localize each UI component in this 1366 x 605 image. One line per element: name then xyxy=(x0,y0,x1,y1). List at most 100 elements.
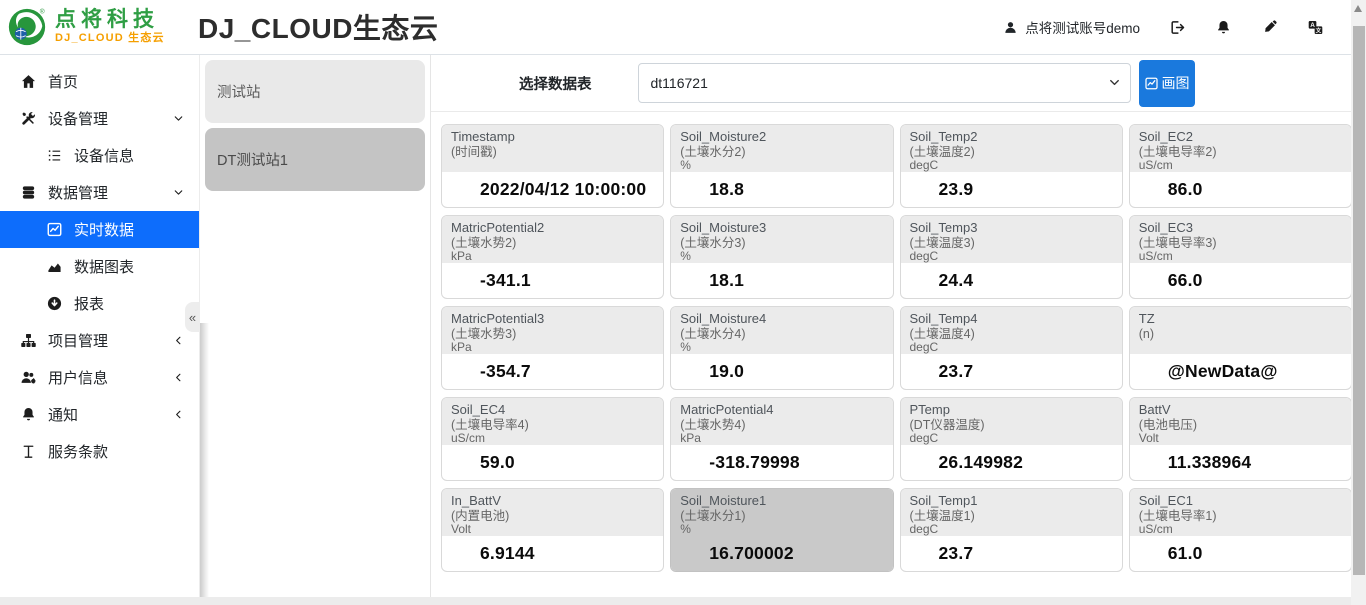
sensor-value: -318.79998 xyxy=(671,445,892,480)
sensor-card-header: Soil_EC4 (土壤电导率4) uS/cm xyxy=(442,398,663,445)
sitemap-icon xyxy=(20,332,37,349)
sensor-value: 23.7 xyxy=(901,354,1122,389)
vertical-scrollbar[interactable] xyxy=(1351,0,1366,605)
sensor-label-cn: (土壤电导率2) xyxy=(1139,145,1342,159)
sensor-value: 23.7 xyxy=(901,536,1122,571)
sensor-card-timestamp[interactable]: Timestamp (时间戳) 2022/04/12 10:00:00 xyxy=(441,124,664,208)
chev-left-icon xyxy=(172,371,185,384)
sensor-card-battv[interactable]: BattV (电池电压) Volt 11.338964 xyxy=(1129,397,1352,481)
sensor-card-soil_ec3[interactable]: Soil_EC3 (土壤电导率3) uS/cm 66.0 xyxy=(1129,215,1352,299)
content-row: 首页设备管理设备信息数据管理实时数据数据图表报表项目管理用户信息通知服务条款 «… xyxy=(0,55,1366,597)
sensor-value: 24.4 xyxy=(901,263,1122,298)
bell-icon xyxy=(20,406,37,423)
table-select[interactable]: dt116721 xyxy=(638,63,1131,103)
sensor-card-header: Soil_Temp4 (土壤温度4) degC xyxy=(901,307,1122,354)
sensor-name: Timestamp xyxy=(451,130,654,145)
sensor-label-cn: (土壤水分1) xyxy=(680,509,883,523)
sidebar-item-reports[interactable]: 报表 xyxy=(0,285,199,322)
sensor-value: -341.1 xyxy=(442,263,663,298)
account-menu[interactable]: 点将测试账号demo xyxy=(1003,17,1140,37)
sensor-card-tz[interactable]: TZ (n) @NewData@ xyxy=(1129,306,1352,390)
chart-area-icon xyxy=(46,258,63,275)
sensor-value: 6.9144 xyxy=(442,536,663,571)
station-item[interactable]: 测试站 xyxy=(205,60,425,123)
notifications-icon[interactable] xyxy=(1215,19,1232,36)
app-header: 点将科技 DJ_CLOUD 生态云 DJ_CLOUD生态云 点将测试账号demo xyxy=(0,0,1366,55)
sensor-card-soil_ec2[interactable]: Soil_EC2 (土壤电导率2) uS/cm 86.0 xyxy=(1129,124,1352,208)
sidebar-item-label: 设备管理 xyxy=(48,108,108,129)
sensor-label-cn: (土壤温度1) xyxy=(910,509,1113,523)
sensor-unit: degC xyxy=(910,341,1113,355)
sensor-card-soil_moisture2[interactable]: Soil_Moisture2 (土壤水分2) % 18.8 xyxy=(670,124,893,208)
sensor-unit: Volt xyxy=(451,523,654,537)
sensor-card-soil_temp2[interactable]: Soil_Temp2 (土壤温度2) degC 23.9 xyxy=(900,124,1123,208)
sensor-card-soil_moisture4[interactable]: Soil_Moisture4 (土壤水分4) % 19.0 xyxy=(670,306,893,390)
chev-down-icon xyxy=(172,186,185,199)
sensor-value: 59.0 xyxy=(442,445,663,480)
sidebar-item-device-mgmt[interactable]: 设备管理 xyxy=(0,100,199,137)
sensor-card-matricpotential4[interactable]: MatricPotential4 (土壤水势4) kPa -318.79998 xyxy=(670,397,893,481)
scrollbar-up-arrow-icon[interactable] xyxy=(1354,5,1362,12)
draw-chart-button[interactable]: 画图 xyxy=(1139,60,1195,107)
sensor-card-soil_ec4[interactable]: Soil_EC4 (土壤电导率4) uS/cm 59.0 xyxy=(441,397,664,481)
sensor-name: Soil_Temp2 xyxy=(910,130,1113,145)
chart-line-icon xyxy=(46,221,63,238)
sensor-card-soil_moisture3[interactable]: Soil_Moisture3 (土壤水分3) % 18.1 xyxy=(670,215,893,299)
logout-icon[interactable] xyxy=(1169,19,1186,36)
sensor-name: Soil_Moisture3 xyxy=(680,221,883,236)
sensor-card-header: MatricPotential3 (土壤水势3) kPa xyxy=(442,307,663,354)
sensor-card-soil_temp3[interactable]: Soil_Temp3 (土壤温度3) degC 24.4 xyxy=(900,215,1123,299)
station-item[interactable]: DT测试站1 xyxy=(205,128,425,191)
sensor-name: Soil_EC2 xyxy=(1139,130,1342,145)
sensor-card-header: Soil_EC2 (土壤电导率2) uS/cm xyxy=(1130,125,1351,172)
sidebar-item-notifications[interactable]: 通知 xyxy=(0,396,199,433)
language-translate-icon[interactable] xyxy=(1307,19,1324,36)
sensor-card-header: MatricPotential4 (土壤水势4) kPa xyxy=(671,398,892,445)
table-select-label: 选择数据表 xyxy=(519,73,592,94)
chevron-left-icon xyxy=(172,408,185,421)
sensor-card-soil_temp1[interactable]: Soil_Temp1 (土壤温度1) degC 23.7 xyxy=(900,488,1123,572)
page-title: DJ_CLOUD生态云 xyxy=(198,7,438,47)
sensor-card-header: Soil_Temp2 (土壤温度2) degC xyxy=(901,125,1122,172)
chev-left-icon xyxy=(172,408,185,421)
sidebar-item-data-mgmt[interactable]: 数据管理 xyxy=(0,174,199,211)
sensor-value: 11.338964 xyxy=(1130,445,1351,480)
sensor-value: 18.8 xyxy=(671,172,892,207)
sidebar-item-home[interactable]: 首页 xyxy=(0,63,199,100)
sidebar-item-label: 服务条款 xyxy=(48,441,108,462)
sensor-card-header: In_BattV (内置电池) Volt xyxy=(442,489,663,536)
sensor-card-soil_moisture1[interactable]: Soil_Moisture1 (土壤水分1) % 16.700002 xyxy=(670,488,893,572)
account-name: 点将测试账号demo xyxy=(1025,17,1140,37)
sidebar-item-label: 首页 xyxy=(48,71,78,92)
sensor-label-cn: (DT仪器温度) xyxy=(910,418,1113,432)
sidebar-item-label: 设备信息 xyxy=(74,145,134,166)
sensor-value: 66.0 xyxy=(1130,263,1351,298)
sensor-card-in_battv[interactable]: In_BattV (内置电池) Volt 6.9144 xyxy=(441,488,664,572)
collapse-sidebar-button[interactable]: « xyxy=(185,302,200,332)
sensor-card-header: Soil_Moisture4 (土壤水分4) % xyxy=(671,307,892,354)
sensor-label-cn: (土壤水分3) xyxy=(680,236,883,250)
sidebar-item-user-info[interactable]: 用户信息 xyxy=(0,359,199,396)
sensor-label-cn: (土壤水势2) xyxy=(451,236,654,250)
sidebar-item-label: 用户信息 xyxy=(48,367,108,388)
database-icon xyxy=(20,184,37,201)
sensor-card-header: Soil_EC1 (土壤电导率1) uS/cm xyxy=(1130,489,1351,536)
sidebar-item-project-mgmt[interactable]: 项目管理 xyxy=(0,322,199,359)
sensor-unit: uS/cm xyxy=(1139,159,1342,173)
sensor-card-soil_ec1[interactable]: Soil_EC1 (土壤电导率1) uS/cm 61.0 xyxy=(1129,488,1352,572)
theme-brush-icon[interactable] xyxy=(1261,19,1278,36)
sidebar-item-data-charts[interactable]: 数据图表 xyxy=(0,248,199,285)
sensor-card-matricpotential3[interactable]: MatricPotential3 (土壤水势3) kPa -354.7 xyxy=(441,306,664,390)
scrollbar-thumb[interactable] xyxy=(1353,26,1365,575)
sensor-unit: % xyxy=(680,159,883,173)
station-item-label: 测试站 xyxy=(217,81,261,102)
sensor-card-soil_temp4[interactable]: Soil_Temp4 (土壤温度4) degC 23.7 xyxy=(900,306,1123,390)
brand-name-sub: DJ_CLOUD 生态云 xyxy=(55,33,165,45)
sidebar-item-terms[interactable]: 服务条款 xyxy=(0,433,199,470)
brand-logo[interactable]: 点将科技 DJ_CLOUD 生态云 xyxy=(6,6,194,48)
sensor-name: Soil_Temp1 xyxy=(910,494,1113,509)
sidebar-item-device-info[interactable]: 设备信息 xyxy=(0,137,199,174)
sensor-card-ptemp[interactable]: PTemp (DT仪器温度) degC 26.149982 xyxy=(900,397,1123,481)
sidebar-item-realtime-data[interactable]: 实时数据 xyxy=(0,211,199,248)
sensor-card-matricpotential2[interactable]: MatricPotential2 (土壤水势2) kPa -341.1 xyxy=(441,215,664,299)
